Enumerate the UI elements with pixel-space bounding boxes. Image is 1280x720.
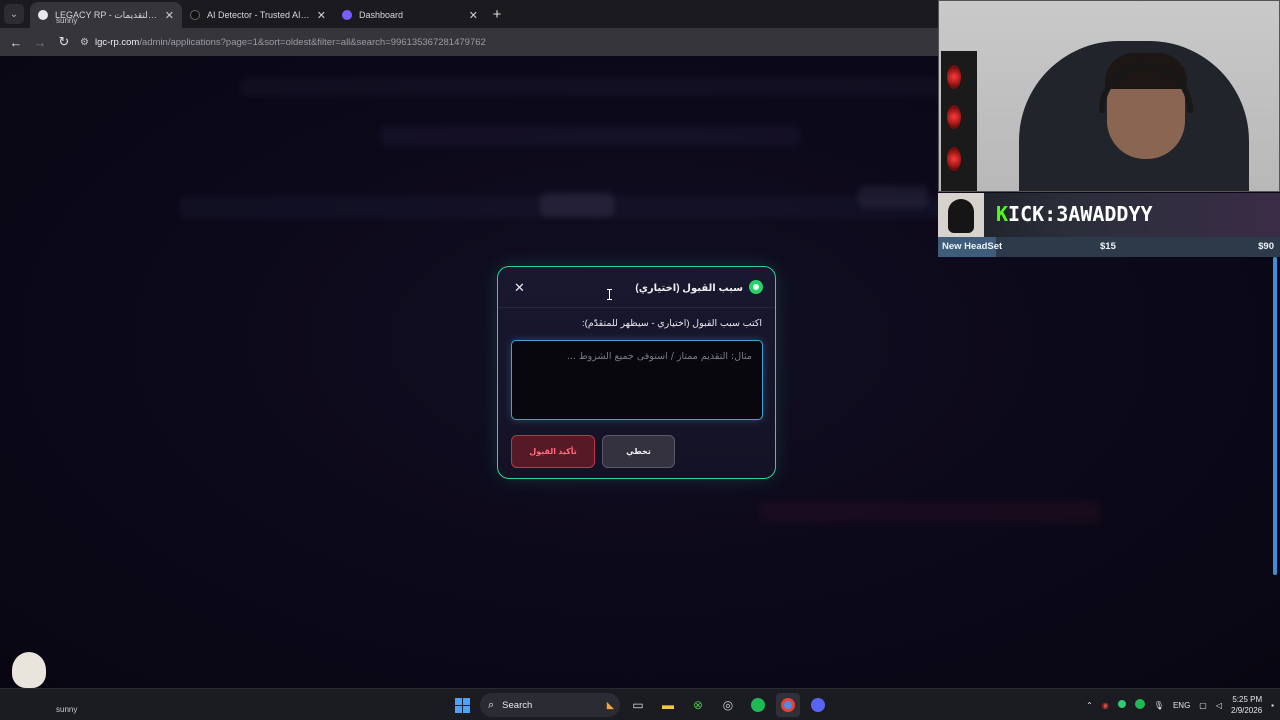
search-label: Search (502, 699, 533, 711)
xbox-icon[interactable]: ⊗ (686, 693, 710, 717)
tab-search-button[interactable]: ⌄ (4, 4, 24, 24)
reason-label: اكتب سبب القبول (اختياري - سيظهر للمتقدّ… (582, 318, 762, 329)
confirm-acceptance-button[interactable]: تأكيد القبول (511, 435, 595, 468)
clock-date: 2/9/2026 (1231, 706, 1263, 715)
kick-username: KICK:3AWADDYY (996, 202, 1153, 226)
system-tray: ⌃ ◉ 🎙︎ ENG ▢ ◁ 5:25 PM 2/9/2026 ▪ (1086, 693, 1274, 717)
tab-legacy-rp[interactable]: LEGACY RP - قائمة التقديمات ✕ (30, 2, 182, 28)
forward-arrow-icon[interactable]: → (28, 35, 52, 50)
new-tab-button[interactable]: + (486, 6, 508, 23)
tab-dashboard[interactable]: Dashboard ✕ (334, 2, 486, 28)
display-icon[interactable]: ▢ (1199, 701, 1207, 710)
chrome-icon[interactable] (776, 693, 800, 717)
site-info-icon[interactable]: ⚙ (80, 37, 89, 48)
modal-header: ✕ سبب القبول (اختياري) (498, 267, 775, 307)
steam-icon[interactable]: ◎ (716, 693, 740, 717)
pizza-widget-icon: ◣ (606, 699, 614, 711)
tab-close-icon[interactable]: ✕ (469, 9, 478, 22)
search-icon: ⌕ (488, 698, 495, 711)
chat-bubble-icon (749, 280, 763, 294)
start-windows-icon[interactable] (450, 693, 474, 717)
tab-close-icon[interactable]: ✕ (317, 9, 326, 22)
donation-goal: $90 (1258, 241, 1274, 252)
volume-icon[interactable]: ◁ (1216, 701, 1222, 710)
taskbar-search[interactable]: ⌕ Search ◣ (480, 693, 620, 717)
language-indicator[interactable]: ENG (1173, 701, 1190, 710)
status-tray-icon[interactable] (1117, 700, 1126, 710)
pc-case-image (941, 51, 977, 191)
webcam-overlay (938, 0, 1280, 192)
chevron-up-icon[interactable]: ⌃ (1086, 701, 1093, 710)
dashboard-favicon-icon (342, 10, 352, 20)
notification-icon[interactable]: ▪ (1271, 701, 1274, 710)
address-bar[interactable]: ⚙ lgc-rp.com/admin/applications?page=1&s… (80, 31, 980, 53)
back-arrow-icon[interactable]: ← (4, 35, 28, 50)
skip-button[interactable]: تخطي (602, 435, 675, 468)
app-tray-icon[interactable]: ◉ (1102, 701, 1109, 710)
text-cursor-icon (607, 289, 612, 300)
avatar (938, 193, 984, 237)
weather-caption: sunny (56, 16, 78, 25)
clock-time: 5:25 PM (1232, 695, 1263, 704)
acceptance-reason-modal: ✕ سبب القبول (اختياري) اكتب سبب القبول (… (497, 266, 776, 479)
weather-caption: sunny (56, 705, 78, 714)
donation-current: $15 (1100, 241, 1116, 252)
donation-label: New HeadSet (942, 241, 1003, 252)
spotify-tray-icon[interactable] (1134, 699, 1145, 711)
reload-icon[interactable]: ↻ (52, 34, 76, 50)
page-scrollbar[interactable] (1273, 257, 1277, 575)
windows-taskbar: sunny ⌕ Search ◣ ▭ ▬ ⊗ ◎ ⌃ ◉ 🎙︎ ENG ▢ ◁ … (0, 688, 1280, 720)
discord-icon[interactable] (806, 693, 830, 717)
file-explorer-icon[interactable]: ▬ (656, 693, 680, 717)
divider (498, 307, 775, 308)
legacy-favicon-icon (38, 10, 48, 20)
tab-title: AI Detector - Trusted AI Checke (207, 10, 310, 20)
tab-title: Dashboard (359, 10, 404, 20)
close-icon[interactable]: ✕ (514, 280, 525, 296)
donation-goal-bar: New HeadSet $15 $90 (938, 237, 1280, 257)
task-view-icon[interactable]: ▭ (626, 693, 650, 717)
modal-title: سبب القبول (اختياري) (635, 283, 743, 294)
tab-ai-detector[interactable]: AI Detector - Trusted AI Checke ✕ (182, 2, 334, 28)
url-path: /admin/applications?page=1&sort=oldest&f… (139, 36, 486, 48)
spotify-icon[interactable] (746, 693, 770, 717)
url-host: lgc-rp.com (94, 36, 140, 48)
tab-close-icon[interactable]: ✕ (165, 9, 174, 22)
reason-textarea[interactable] (511, 340, 763, 420)
ai-detector-favicon-icon (190, 10, 200, 20)
taskbar-apps: ⌕ Search ◣ ▭ ▬ ⊗ ◎ (450, 692, 830, 718)
microphone-icon[interactable]: 🎙︎ (1154, 701, 1164, 710)
kick-banner: KICK:3AWADDYY (938, 193, 1280, 237)
cat-icon (12, 652, 46, 688)
clock[interactable]: 5:25 PM 2/9/2026 (1231, 694, 1262, 716)
